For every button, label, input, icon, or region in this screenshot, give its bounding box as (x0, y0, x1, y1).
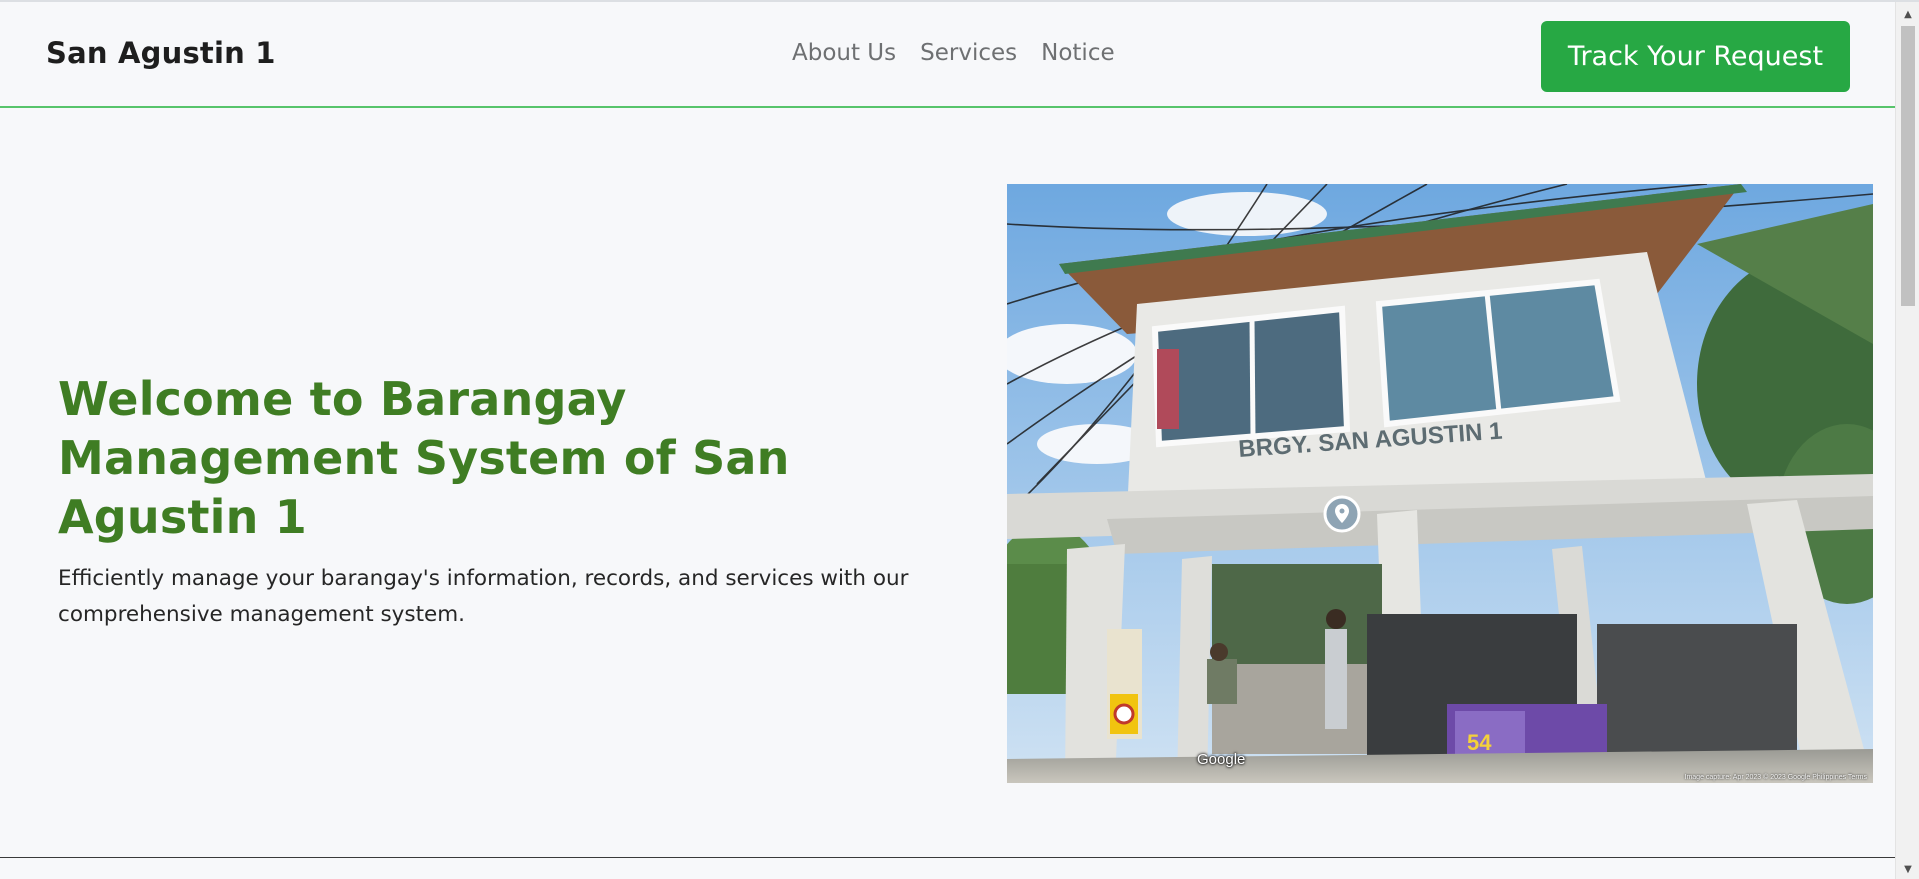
nav-link-services[interactable]: Services (920, 40, 1017, 66)
map-pin-icon[interactable] (1323, 495, 1361, 533)
nav-links: About Us Services Notice (792, 40, 1115, 66)
scroll-up-arrow-icon[interactable]: ▲ (1896, 4, 1919, 24)
nav-link-about-us[interactable]: About Us (792, 40, 896, 66)
nav-link-notice[interactable]: Notice (1041, 40, 1114, 66)
hero-section: Welcome to Barangay Management System of… (58, 370, 958, 633)
vertical-scrollbar[interactable]: ▲ ▼ (1895, 2, 1919, 879)
poster-number-text: 54 (1467, 730, 1492, 755)
barangay-hall-illustration: BRGY. SAN AGUSTIN 1 54 (1007, 184, 1873, 783)
track-your-request-button[interactable]: Track Your Request (1541, 21, 1850, 92)
hero-subtitle: Efficiently manage your barangay's infor… (58, 566, 909, 627)
scroll-down-arrow-icon[interactable]: ▼ (1896, 859, 1919, 879)
brand-link[interactable]: San Agustin 1 (46, 36, 276, 70)
navbar: San Agustin 1 About Us Services Notice T… (0, 2, 1895, 108)
page: San Agustin 1 About Us Services Notice T… (0, 2, 1895, 879)
google-logo: Google (1197, 751, 1246, 768)
section-divider (0, 857, 1895, 858)
scrollbar-thumb[interactable] (1901, 26, 1915, 306)
photo-caption: Image capture: Apr 2023 © 2023 Google Ph… (1684, 774, 1867, 781)
barangay-hall-photo: BRGY. SAN AGUSTIN 1 54 Google Image capt… (1007, 184, 1873, 783)
browser-viewport: San Agustin 1 About Us Services Notice T… (0, 0, 1919, 879)
hero-title: Welcome to Barangay Management System of… (58, 372, 790, 544)
